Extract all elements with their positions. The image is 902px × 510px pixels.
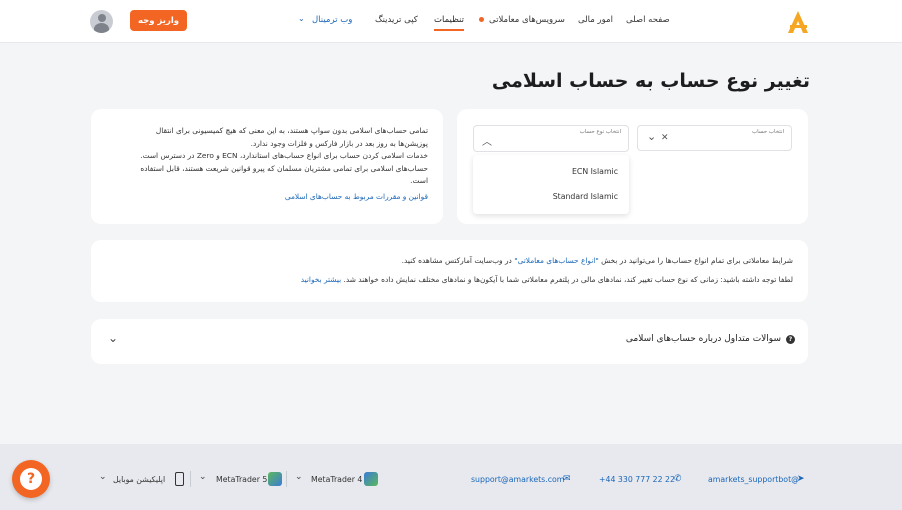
account-select[interactable]: انتخاب حساب ⌄ ✕ (637, 125, 792, 151)
chevron-down-icon: ⌄ (295, 472, 303, 482)
notice-line-1: شرایط معاملاتی برای تمام انواع حساب‌ها ر… (401, 256, 793, 265)
faq-accordion[interactable]: ? سوالات متداول درباره حساب‌های اسلامی ⌄ (91, 319, 808, 364)
account-types-link[interactable]: "انواع حساب‌های معاملاتی" (514, 256, 599, 265)
amarkets-logo[interactable] (786, 9, 810, 34)
chevron-down-icon: ⌄ (99, 472, 107, 482)
notice-line-2: لطفا توجه داشته باشید: زمانی که نوع حساب… (300, 275, 793, 284)
help-chat-button[interactable]: ? (12, 460, 50, 498)
nav-trading-services[interactable]: سرویس‌های معاملاتی (489, 15, 565, 25)
metatrader4-icon (364, 472, 378, 486)
clear-icon[interactable]: ✕ (661, 133, 669, 143)
read-more-link[interactable]: بیشتر بخوانید (301, 275, 341, 284)
chevron-down-icon: ⌄ (108, 331, 119, 345)
islamic-rules-link[interactable]: قوانین و مقررات مربوط به حساب‌های اسلامی (98, 191, 428, 204)
telegram-link[interactable]: amarkets_supportbot@ (708, 475, 799, 484)
chevron-down-icon: ⌄ (199, 472, 207, 482)
top-header: صفحه اصلی امور مالی سرویس‌های معاملاتی ت… (0, 0, 902, 43)
islamic-info-card: تمامی حساب‌های اسلامی بدون سواپ هستند، ب… (91, 109, 443, 224)
notification-dot (479, 17, 484, 22)
email-link[interactable]: support@amarkets.com (471, 475, 564, 484)
faq-title: سوالات متداول درباره حساب‌های اسلامی (625, 334, 781, 344)
phone-number[interactable]: +44 330 777 22 22 (599, 475, 675, 484)
metatrader5-icon (268, 472, 282, 486)
nav-web-terminal[interactable]: وب ترمینال (312, 15, 352, 25)
page-title: تغییر نوع حساب به حساب اسلامی (491, 70, 810, 92)
account-type-dropdown: ECN Islamic Standard Islamic (473, 155, 629, 214)
avatar[interactable] (90, 10, 113, 33)
chevron-down-icon: ⌄ (647, 130, 657, 143)
notice-card: شرایط معاملاتی برای تمام انواع حساب‌ها ر… (91, 240, 808, 302)
divider (286, 471, 287, 487)
option-ecn-islamic[interactable]: ECN Islamic (572, 167, 618, 176)
nav-settings[interactable]: تنظیمات (434, 15, 464, 31)
account-select-label: انتخاب حساب (751, 129, 784, 135)
mobile-icon (175, 472, 184, 486)
chevron-down-icon: ⌄ (298, 14, 305, 23)
divider (190, 471, 191, 487)
metatrader5-link[interactable]: MetaTrader 5 (216, 475, 267, 484)
deposit-button[interactable]: واریز وجه (130, 10, 187, 31)
option-standard-islamic[interactable]: Standard Islamic (553, 192, 618, 201)
nav-copy-trading[interactable]: کپی تریدینگ (375, 15, 418, 25)
nav-finance[interactable]: امور مالی (578, 15, 613, 25)
metatrader4-link[interactable]: MetaTrader 4 (311, 475, 362, 484)
mobile-app-link[interactable]: اپلیکیشن موبایل (113, 475, 165, 484)
chevron-up-icon: ︿ (482, 137, 492, 148)
phone-icon: ✆ (674, 474, 682, 484)
account-type-label: انتخاب نوع حساب (579, 129, 621, 135)
nav-home[interactable]: صفحه اصلی (626, 15, 670, 25)
question-icon: ? (20, 468, 42, 490)
info-text: تمامی حساب‌های اسلامی بدون سواپ هستند، ب… (98, 125, 428, 203)
account-type-select[interactable]: انتخاب نوع حساب ︿ (473, 125, 629, 152)
question-icon: ? (786, 335, 795, 344)
